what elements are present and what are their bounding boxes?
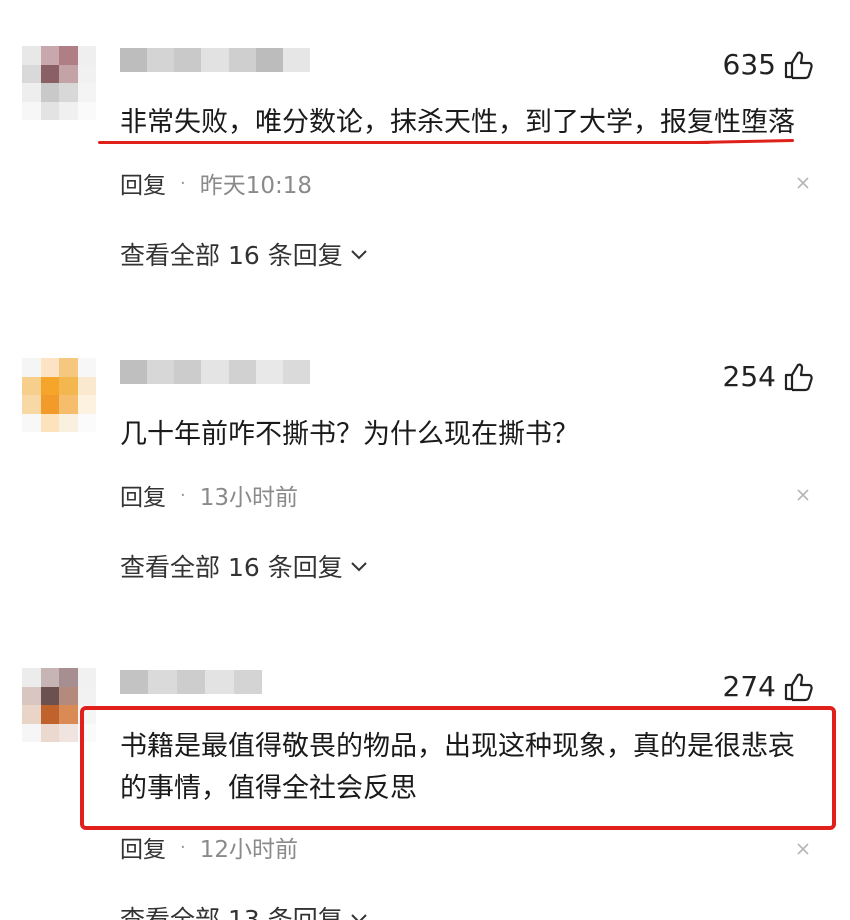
avatar-pixel	[22, 413, 41, 432]
avatar-pixel	[59, 376, 78, 395]
view-all-replies-button[interactable]: 查看全部 13 条回复	[120, 900, 369, 920]
avatar-pixel	[77, 668, 96, 687]
view-all-label: 查看全部 16 条回复	[120, 241, 343, 270]
avatar-pixel	[40, 46, 59, 65]
avatar-pixel	[22, 668, 41, 687]
reply-button[interactable]: 回复	[120, 830, 166, 864]
comment-text: 非常失败，唯分数论，抹杀天性，到了大学，报复性堕落	[120, 107, 795, 138]
like-count: 254	[722, 360, 776, 393]
avatar-pixel	[22, 376, 41, 395]
avatar-pixel	[77, 358, 96, 377]
avatar-pixel	[77, 686, 96, 705]
avatar-pixel	[59, 101, 78, 120]
avatar[interactable]	[22, 358, 96, 432]
thumbs-up-icon	[784, 51, 813, 79]
thumbs-up-icon	[784, 673, 813, 701]
avatar-pixel	[40, 668, 59, 687]
chevron-down-icon	[351, 250, 367, 260]
chevron-down-icon	[351, 562, 367, 572]
like-button[interactable]: 635	[723, 48, 814, 81]
avatar-pixel	[22, 705, 41, 724]
avatar-pixel	[22, 83, 41, 102]
like-button[interactable]: 274	[723, 670, 814, 703]
meta-separator: ·	[180, 172, 186, 194]
close-icon[interactable]	[794, 174, 812, 192]
avatar-pixel	[22, 101, 41, 120]
avatar-pixel	[77, 395, 96, 414]
avatar-pixel	[77, 413, 96, 432]
annotation-box	[80, 706, 836, 830]
avatar-pixel	[40, 395, 59, 414]
comment-time: 昨天10:18	[199, 173, 313, 199]
avatar-pixel	[40, 64, 59, 83]
view-all-replies-button[interactable]: 查看全部 16 条回复	[120, 548, 369, 584]
avatar-pixel	[40, 723, 59, 742]
comment-item: 635 非常失败，唯分数论，抹杀天性，到了大学，报复性堕落 回复 · 昨天10:…	[0, 0, 850, 310]
avatar-pixel	[40, 376, 59, 395]
avatar-pixel	[22, 723, 41, 742]
avatar-pixel	[59, 705, 78, 724]
avatar-pixel	[77, 46, 96, 65]
comment-text: 几十年前咋不撕书？为什么现在撕书？	[120, 419, 579, 450]
avatar-pixel	[40, 83, 59, 102]
close-icon[interactable]	[794, 486, 812, 504]
annotation-underline	[98, 141, 710, 144]
avatar-pixel	[40, 705, 59, 724]
like-count: 635	[722, 48, 776, 81]
comment-time: 13小时前	[199, 485, 299, 511]
avatar[interactable]	[22, 46, 96, 120]
avatar-pixel	[59, 723, 78, 742]
avatar-pixel	[40, 101, 59, 120]
comment-time: 12小时前	[199, 837, 299, 863]
meta-separator: ·	[180, 484, 186, 506]
comment-meta: 回复 · 昨天10:18	[120, 166, 312, 200]
comment-list: 635 非常失败，唯分数论，抹杀天性，到了大学，报复性堕落 回复 · 昨天10:…	[0, 0, 850, 920]
avatar-pixel	[59, 64, 78, 83]
thumbs-up-icon	[784, 363, 813, 391]
avatar-pixel	[77, 376, 96, 395]
close-icon[interactable]	[794, 840, 812, 858]
avatar-pixel	[59, 46, 78, 65]
view-all-replies-button[interactable]: 查看全部 16 条回复	[120, 236, 369, 272]
avatar-pixel	[77, 64, 96, 83]
avatar-pixel	[59, 395, 78, 414]
avatar-pixel	[77, 83, 96, 102]
avatar-pixel	[59, 668, 78, 687]
comment-meta: 回复 · 13小时前	[120, 478, 298, 512]
avatar-pixel	[22, 686, 41, 705]
like-count: 274	[722, 670, 776, 703]
avatar-pixel	[59, 358, 78, 377]
avatar-pixel	[22, 395, 41, 414]
reply-button[interactable]: 回复	[120, 478, 166, 512]
like-button[interactable]: 254	[723, 360, 814, 393]
avatar-pixel	[77, 101, 96, 120]
avatar-pixel	[59, 686, 78, 705]
avatar-pixel	[40, 358, 59, 377]
reply-button[interactable]: 回复	[120, 166, 166, 200]
avatar-pixel	[22, 358, 41, 377]
meta-separator: ·	[180, 836, 186, 858]
avatar-pixel	[40, 686, 59, 705]
avatar-pixel	[40, 413, 59, 432]
avatar-pixel	[59, 413, 78, 432]
view-all-label: 查看全部 16 条回复	[120, 553, 343, 582]
chevron-down-icon	[351, 914, 367, 920]
avatar-pixel	[22, 64, 41, 83]
comment-meta: 回复 · 12小时前	[120, 830, 298, 864]
comment-item: 254 几十年前咋不撕书？为什么现在撕书？ 回复 · 13小时前 查看全部 16…	[0, 312, 850, 622]
avatar-pixel	[59, 83, 78, 102]
username-blurred[interactable]	[120, 48, 310, 72]
view-all-label: 查看全部 13 条回复	[120, 905, 343, 920]
avatar-pixel	[22, 46, 41, 65]
username-blurred[interactable]	[120, 360, 310, 384]
username-blurred[interactable]	[120, 670, 263, 694]
